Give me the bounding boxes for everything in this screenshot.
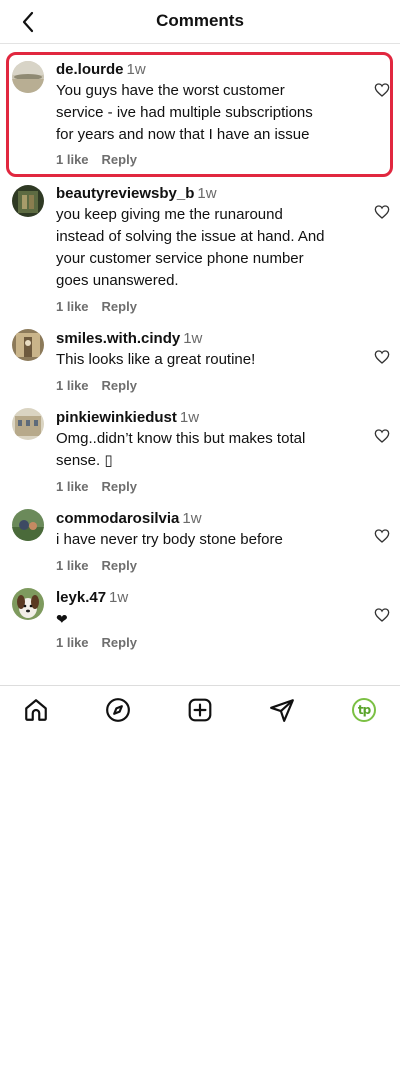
nav-home[interactable]	[22, 696, 50, 724]
comment-time: 1w	[126, 61, 146, 78]
comment-body: beautyreviewsby_b 1w you keep giving me t…	[56, 184, 356, 315]
like-count[interactable]: 1 like	[56, 378, 89, 394]
comment-text-line: for years and now that I have an issue	[56, 126, 310, 143]
nav-profile[interactable]: tp	[350, 696, 378, 724]
comment-body: smiles.with.cindy 1w This looks like a gr…	[56, 329, 356, 394]
comment-body: commodarosilvia 1w i have never try body …	[56, 509, 356, 574]
comment-username[interactable]: pinkiewinkiedust	[56, 409, 177, 426]
create-plus-icon	[188, 698, 212, 722]
comment-body: leyk.47 1w ❤ 1 like Reply	[56, 588, 356, 651]
home-icon	[25, 699, 47, 721]
comment-time: 1w	[182, 510, 202, 527]
heart-icon[interactable]	[374, 528, 390, 544]
comment-text-line: service - ive had multiple subscriptions	[56, 104, 313, 121]
like-count[interactable]: 1 like	[56, 152, 89, 168]
avatar[interactable]	[12, 185, 44, 217]
comment-username[interactable]: commodarosilvia	[56, 510, 179, 527]
comment-body: pinkiewinkiedust 1w Omg..didn’t know this…	[56, 408, 356, 495]
avatar[interactable]	[12, 588, 44, 620]
comment-username[interactable]: smiles.with.cindy	[56, 330, 180, 347]
heart-icon[interactable]	[374, 607, 390, 623]
direct-send-icon	[270, 699, 294, 722]
profile-tp-logo: tp	[352, 698, 376, 722]
avatar[interactable]	[12, 61, 44, 93]
comment-time: 1w	[179, 409, 200, 426]
comment-username[interactable]: beautyreviewsby_b	[56, 185, 194, 202]
nav-direct[interactable]	[268, 696, 296, 724]
comment-text-line: you keep giving me the runaround	[56, 206, 283, 223]
reply-button[interactable]: Reply	[102, 299, 137, 315]
heart-icon[interactable]	[374, 82, 390, 98]
comment-text: i have never try body stone before	[56, 529, 356, 551]
heart-icon[interactable]	[374, 349, 390, 365]
comment-username[interactable]: leyk.47	[56, 589, 106, 606]
comment-text-line: ❤	[56, 611, 68, 627]
like-count[interactable]: 1 like	[56, 635, 89, 651]
comment-time: 1w	[197, 185, 217, 202]
comment-text: ❤	[56, 608, 356, 630]
comment-text: This looks like a great routine!	[56, 349, 356, 371]
reply-button[interactable]: Reply	[102, 152, 137, 168]
nav-explore[interactable]	[104, 696, 132, 724]
comment-text-line: Omg..didn’t know this but makes total	[56, 430, 306, 447]
comment-text-line: You guys have the worst customer	[56, 82, 285, 99]
nav-create[interactable]	[186, 696, 214, 724]
avatar[interactable]	[12, 509, 44, 541]
comment-text: you keep giving me the runaround instead…	[56, 204, 356, 292]
page-title: Comments	[156, 11, 244, 30]
reply-button[interactable]: Reply	[102, 635, 137, 651]
comment-username[interactable]: de.lourde	[56, 61, 124, 78]
comment-text-line: instead of solving the issue at hand. An…	[56, 228, 325, 245]
heart-icon[interactable]	[374, 428, 390, 444]
heart-icon[interactable]	[374, 204, 390, 220]
reply-button[interactable]: Reply	[102, 558, 137, 574]
like-count[interactable]: 1 like	[56, 479, 89, 495]
comment-time: 1w	[109, 589, 129, 606]
like-count[interactable]: 1 like	[56, 558, 89, 574]
comment-text-line: goes unanswered.	[56, 272, 179, 289]
explore-compass-icon	[106, 698, 130, 722]
comment-text: You guys have the worst customer service…	[56, 80, 356, 146]
comment-text-line: This looks like a great routine!	[56, 351, 256, 368]
bottom-nav-bar: tp	[0, 685, 400, 731]
comment-text: Omg..didn’t know this but makes total se…	[56, 428, 356, 472]
like-count[interactable]: 1 like	[56, 299, 89, 315]
avatar[interactable]	[12, 408, 44, 440]
comment-body: de.lourde 1w You guys have the worst cust…	[56, 60, 356, 168]
reply-button[interactable]: Reply	[102, 378, 137, 394]
comment-text-line: sense. ▯	[56, 452, 113, 469]
comment-text-line: i have never try body stone before	[56, 531, 283, 548]
comment-text-line: your customer service phone number	[56, 250, 304, 267]
reply-button[interactable]: Reply	[102, 479, 137, 495]
avatar[interactable]	[12, 329, 44, 361]
header-bar: Comments	[0, 0, 400, 44]
comment-time: 1w	[183, 330, 203, 347]
